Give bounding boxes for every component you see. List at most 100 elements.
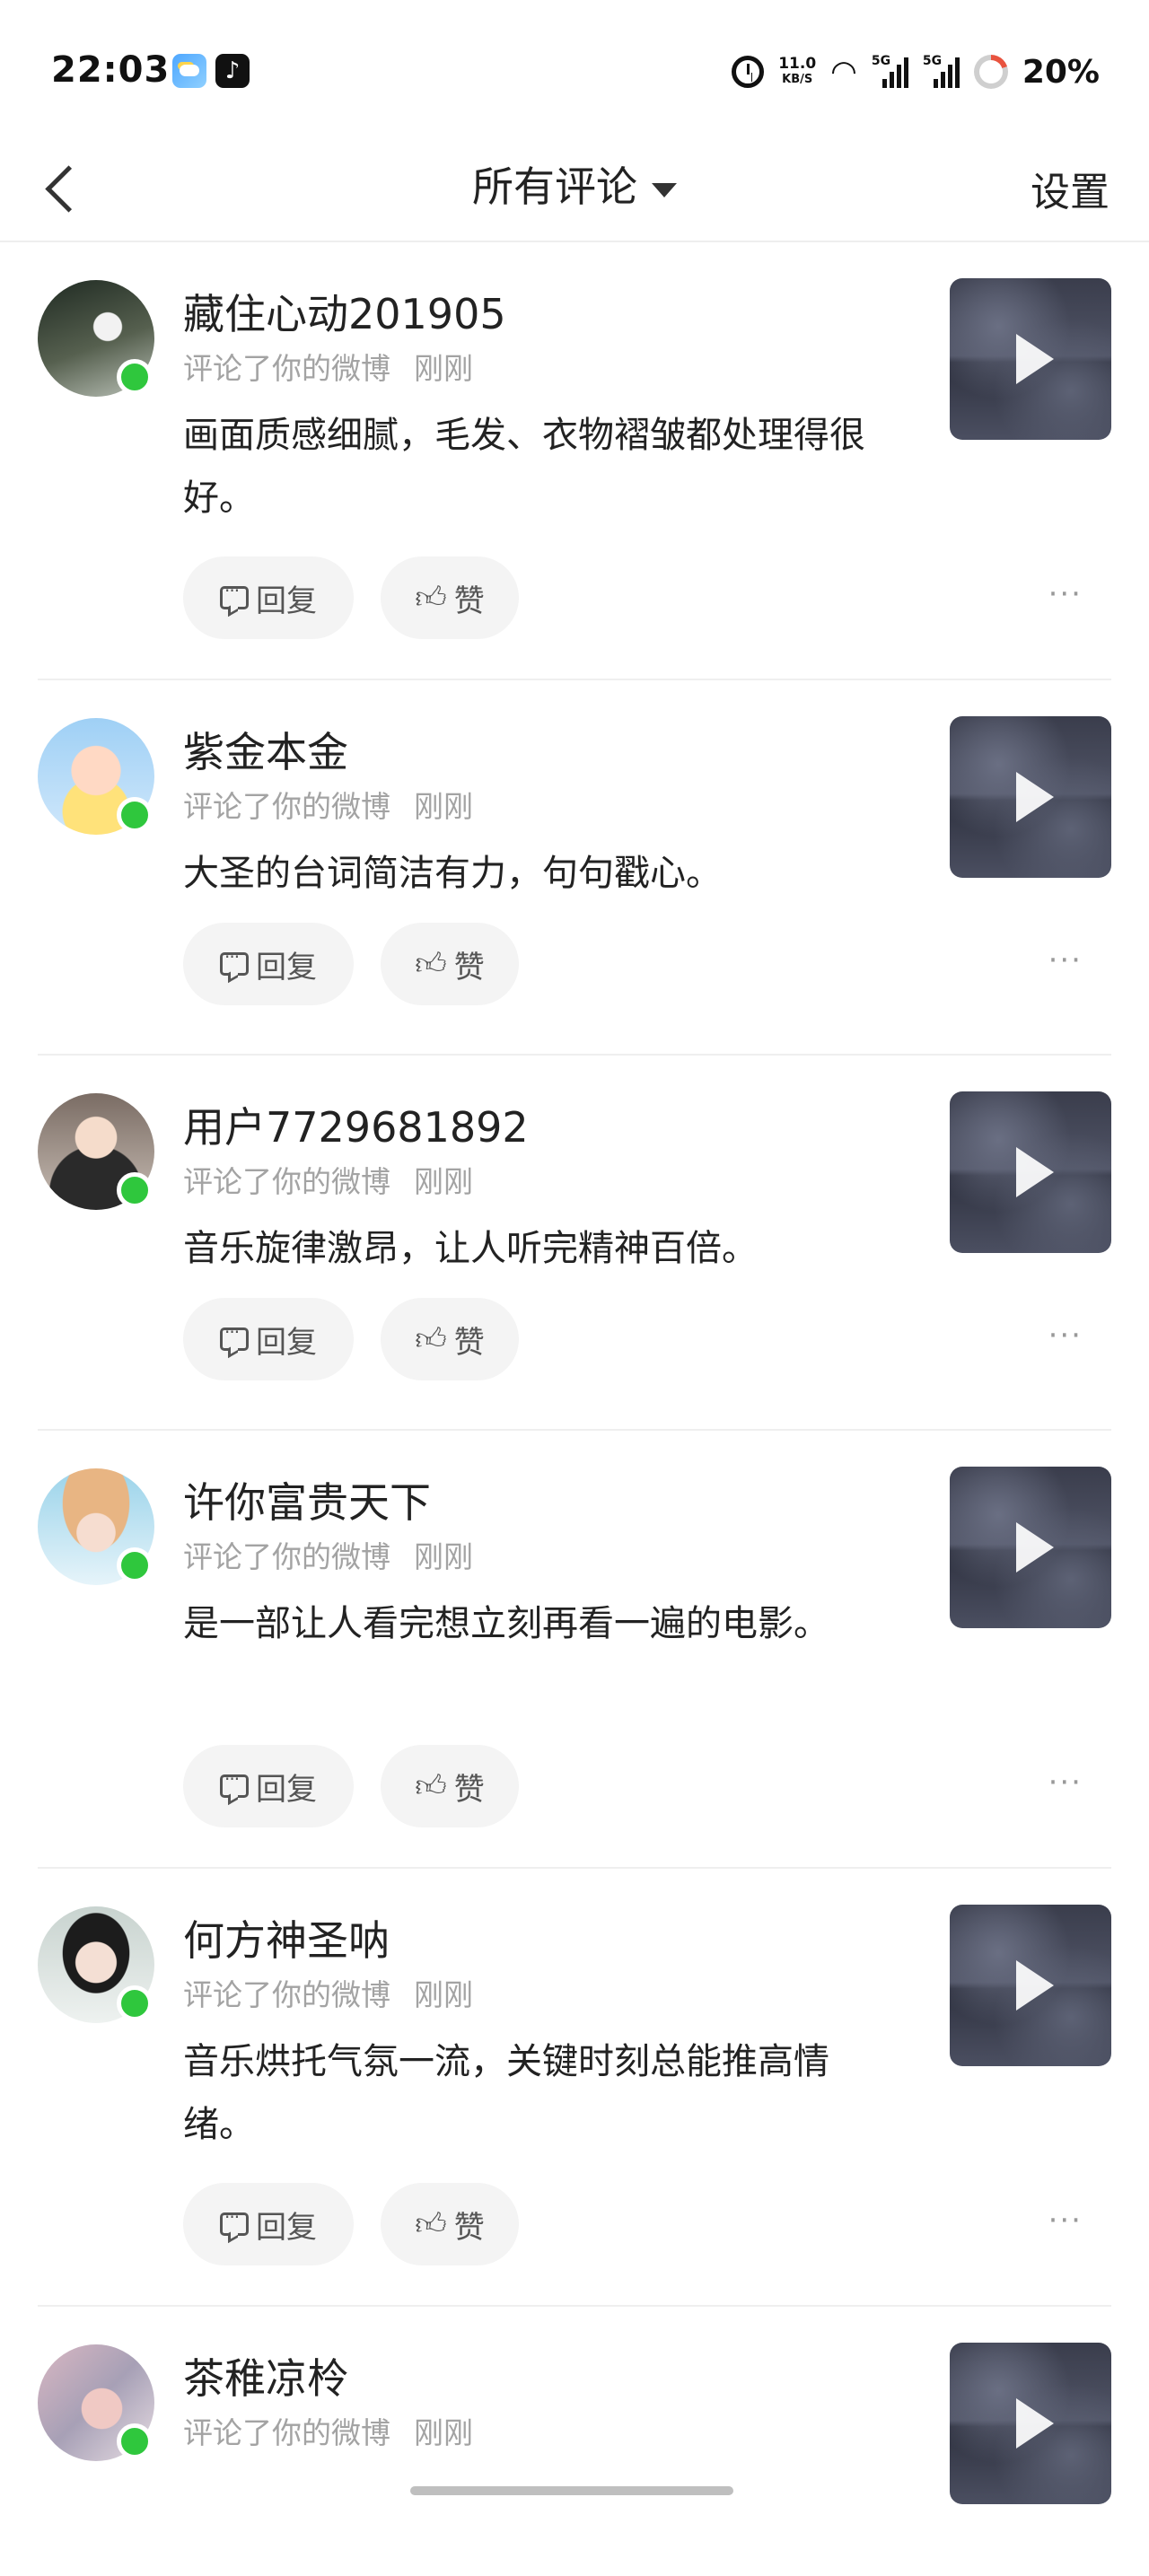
like-button[interactable]: 👍︎ 赞	[381, 923, 519, 1005]
comment-text: 是一部让人看完想立刻再看一遍的电影。	[183, 1603, 829, 1644]
top-nav-bar: 所有评论 设置	[0, 135, 1149, 242]
comment-action: 评论了你的微博	[183, 1977, 390, 2012]
network-speed-value: 11.0	[778, 55, 817, 73]
comment-time: 刚刚	[414, 1539, 473, 1574]
home-indicator[interactable]	[410, 2486, 733, 2495]
video-thumbnail[interactable]	[950, 1091, 1111, 1253]
thumbs-up-icon: 👍︎	[415, 2206, 447, 2242]
video-thumbnail[interactable]	[950, 1905, 1111, 2066]
comment-meta: 评论了你的微博 刚刚	[183, 2409, 473, 2452]
caret-down-icon	[652, 182, 677, 197]
online-status-dot	[117, 1172, 153, 1208]
reply-label: 回复	[256, 2209, 317, 2246]
more-options-icon[interactable]: ···	[1048, 576, 1083, 612]
online-status-dot	[117, 359, 153, 395]
comment-bubble-icon	[220, 946, 249, 976]
reply-label: 回复	[256, 949, 317, 986]
reply-button[interactable]: 回复	[183, 923, 354, 1005]
wifi-icon: ◠	[830, 54, 857, 90]
battery-level: 20%	[1022, 53, 1100, 91]
video-thumbnail[interactable]	[950, 2343, 1111, 2504]
video-thumbnail[interactable]	[950, 1467, 1111, 1628]
comment-item[interactable]: 藏住心动201905 评论了你的微博 刚刚 画面质感细腻，毛发、衣物褶皱都处理得很…	[0, 242, 1149, 680]
signal-icon-2: 5G	[922, 54, 960, 88]
network-speed-unit: KB/S	[782, 73, 813, 86]
signal-icon-1: 5G	[872, 54, 908, 88]
like-button[interactable]: 👍︎ 赞	[381, 2183, 519, 2265]
comment-item[interactable]: 紫金本金 评论了你的微博刚刚 大圣的台词简洁有力，句句戳心。 回复 👍︎赞 ··…	[0, 680, 1149, 1056]
more-options-icon[interactable]: ···	[1048, 1318, 1083, 1354]
video-thumbnail[interactable]	[950, 278, 1111, 440]
like-button[interactable]: 👍︎ 赞	[381, 1745, 519, 1827]
commenter-name[interactable]: 紫金本金	[183, 720, 348, 779]
more-options-icon[interactable]: ···	[1048, 942, 1083, 978]
page-title: 所有评论	[472, 162, 637, 211]
comment-bubble-icon	[220, 580, 249, 609]
comment-meta: 评论了你的微博 刚刚	[183, 1158, 473, 1201]
online-status-dot	[117, 1547, 153, 1583]
like-label: 赞	[453, 583, 485, 619]
signal-label-2: 5G	[922, 54, 943, 68]
comment-action: 评论了你的微博	[183, 2415, 390, 2450]
comment-text: 音乐旋律激昂，让人听完精神百倍。	[183, 1228, 758, 1269]
comment-actions: 回复 👍︎赞	[183, 923, 519, 1005]
like-label: 赞	[453, 949, 485, 986]
comment-bubble-icon	[220, 2206, 249, 2236]
comment-actions: 回复 👍︎赞	[183, 556, 519, 639]
comment-time: 刚刚	[414, 2415, 473, 2450]
status-bar: 22:03 ♪ 11.0 KB/S ◠ 5G 5G 20%	[0, 0, 1149, 135]
play-icon	[1016, 772, 1054, 822]
status-indicators: 11.0 KB/S ◠ 5G 5G 20%	[732, 49, 1100, 94]
comment-filter-dropdown[interactable]: 所有评论	[0, 154, 1149, 214]
play-icon	[1016, 334, 1054, 384]
comment-text: 大圣的台词简洁有力，句句戳心。	[183, 853, 722, 894]
online-status-dot	[117, 797, 153, 833]
tiktok-app-icon: ♪	[215, 54, 250, 88]
online-status-dot	[117, 1985, 153, 2021]
comment-item[interactable]: 许你富贵天下 评论了你的微博刚刚 是一部让人看完想立刻再看一遍的电影。 回复 👍…	[0, 1431, 1149, 1869]
comment-action: 评论了你的微博	[183, 789, 390, 824]
commenter-name[interactable]: 藏住心动201905	[183, 282, 506, 341]
commenter-name[interactable]: 许你富贵天下	[183, 1470, 431, 1529]
comment-actions: 回复 👍︎赞	[183, 2183, 519, 2265]
like-button[interactable]: 👍︎ 赞	[381, 556, 519, 639]
reply-button[interactable]: 回复	[183, 556, 354, 639]
commenter-name[interactable]: 用户7729681892	[183, 1095, 529, 1154]
comment-meta: 评论了你的微博 刚刚	[183, 345, 473, 388]
reply-label: 回复	[256, 1324, 317, 1361]
commenter-name[interactable]: 茶稚凉柃	[183, 2346, 348, 2405]
comment-bubble-icon	[220, 1768, 249, 1798]
comment-meta: 评论了你的微博 刚刚	[183, 1533, 473, 1576]
battery-icon	[973, 55, 1008, 89]
reply-button[interactable]: 回复	[183, 1298, 354, 1380]
video-thumbnail[interactable]	[950, 716, 1111, 878]
alarm-icon	[732, 56, 765, 88]
comment-time: 刚刚	[414, 1977, 473, 2012]
comment-action: 评论了你的微博	[183, 1539, 390, 1574]
more-options-icon[interactable]: ···	[1048, 1765, 1083, 1801]
comment-time: 刚刚	[414, 351, 473, 386]
comment-item[interactable]: 用户7729681892 评论了你的微博 刚刚 音乐旋律激昂，让人听完精神百倍。 …	[0, 1056, 1149, 1431]
comment-item[interactable]: 何方神圣呐 评论了你的微博刚刚 音乐烘托气氛一流，关键时刻总能推高情绪。 回复 …	[0, 1869, 1149, 2307]
reply-label: 回复	[256, 583, 317, 619]
comment-text: 音乐烘托气氛一流，关键时刻总能推高情绪。	[183, 2041, 829, 2145]
comment-text: 画面质感细腻，毛发、衣物褶皱都处理得很好。	[183, 415, 865, 519]
like-label: 赞	[453, 1771, 485, 1808]
weather-app-icon	[172, 54, 206, 88]
play-icon	[1016, 1522, 1054, 1573]
settings-button[interactable]: 设置	[1031, 160, 1110, 217]
reply-label: 回复	[256, 1771, 317, 1808]
comment-actions: 回复 👍︎赞	[183, 1298, 519, 1380]
like-button[interactable]: 👍︎ 赞	[381, 1298, 519, 1380]
comment-meta: 评论了你的微博 刚刚	[183, 783, 473, 826]
reply-button[interactable]: 回复	[183, 1745, 354, 1827]
comment-item[interactable]: 茶稚凉柃 评论了你的微博 刚刚	[0, 2307, 1149, 2576]
play-icon	[1016, 1147, 1054, 1197]
commenter-name[interactable]: 何方神圣呐	[183, 1908, 390, 1967]
more-options-icon[interactable]: ···	[1048, 2203, 1083, 2239]
thumbs-up-icon: 👍︎	[415, 1768, 447, 1804]
online-status-dot	[117, 2423, 153, 2459]
reply-button[interactable]: 回复	[183, 2183, 354, 2265]
comment-meta: 评论了你的微博 刚刚	[183, 1971, 473, 2014]
play-icon	[1016, 2398, 1054, 2449]
